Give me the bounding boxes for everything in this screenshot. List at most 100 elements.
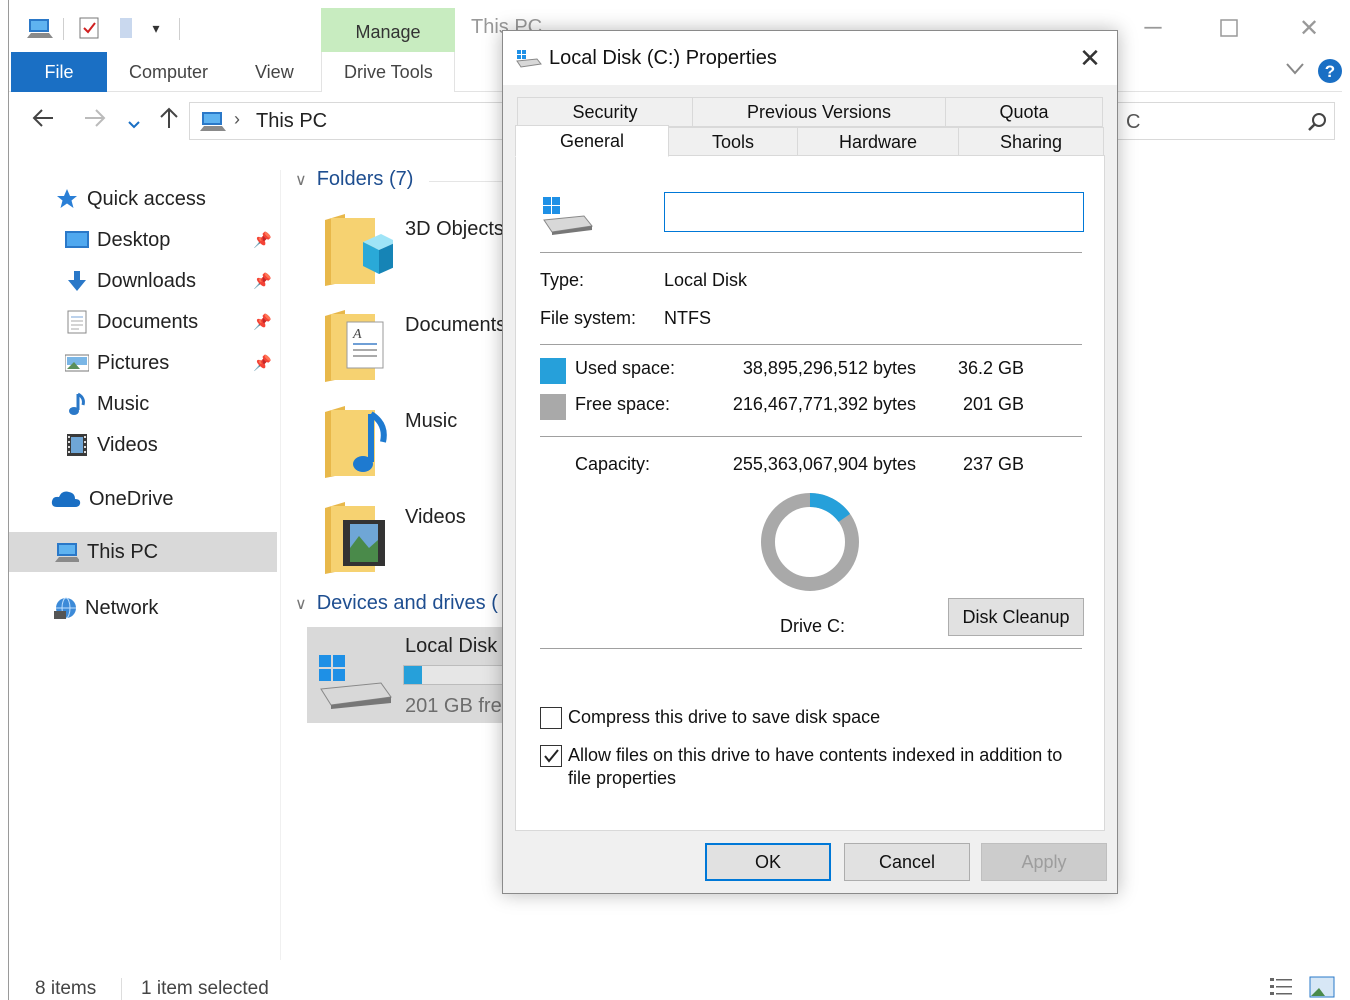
- sidebar-item-label: Desktop: [97, 228, 171, 251]
- back-button[interactable]: [31, 106, 55, 137]
- close-button[interactable]: ✕: [1289, 8, 1329, 48]
- selection-count: 1 item selected: [141, 978, 269, 999]
- cancel-button[interactable]: Cancel: [844, 843, 970, 881]
- videos-icon: [65, 433, 89, 457]
- free-space-swatch: [540, 394, 566, 420]
- dialog-close-button[interactable]: ✕: [1073, 41, 1107, 75]
- group-header-label: Folders (7): [316, 168, 414, 190]
- compress-drive-option[interactable]: Compress this drive to save disk space: [540, 706, 1068, 729]
- sidebar-item-network[interactable]: Network: [9, 588, 277, 628]
- used-space-label: Used space:: [575, 358, 676, 378]
- folder-label: 3D Objects: [405, 218, 504, 240]
- navigation-pane: Quick access Desktop 📌 Downloads 📌 Docum…: [9, 170, 281, 960]
- tab-file[interactable]: File: [11, 52, 107, 92]
- drive-icon: [516, 50, 542, 68]
- customize-qat-dropdown-icon[interactable]: ▾: [145, 14, 167, 42]
- tab-previous-versions[interactable]: Previous Versions: [692, 97, 946, 127]
- tab-quota[interactable]: Quota: [945, 97, 1103, 127]
- recent-locations-dropdown[interactable]: [127, 110, 141, 138]
- local-disk-c-tile[interactable]: Local Disk (C:) 201 GB free of 237 GB: [307, 627, 517, 723]
- minimize-button[interactable]: ─: [1133, 8, 1173, 48]
- help-icon[interactable]: ?: [1317, 58, 1343, 89]
- folder-label: Documents: [405, 314, 507, 336]
- new-folder-icon[interactable]: [113, 14, 139, 42]
- this-pc-icon: [23, 14, 57, 42]
- sidebar-item-label: Pictures: [97, 351, 170, 374]
- breadcrumb-separator-icon[interactable]: ›: [234, 109, 240, 130]
- sidebar-item-quick-access[interactable]: Quick access: [9, 179, 277, 219]
- sidebar-item-this-pc[interactable]: This PC: [9, 532, 277, 572]
- folder-music[interactable]: Music: [323, 404, 513, 494]
- drive-usage-bar-fill: [404, 666, 423, 684]
- tab-security[interactable]: Security: [517, 97, 693, 127]
- music-icon: [65, 392, 89, 416]
- tab-drive-tools[interactable]: Drive Tools: [344, 62, 433, 83]
- pin-icon[interactable]: 📌: [253, 231, 272, 249]
- pin-icon[interactable]: 📌: [253, 272, 272, 290]
- search-icon[interactable]: [1306, 111, 1328, 138]
- devices-group-header[interactable]: ∨ Devices and drives (: [295, 592, 498, 615]
- file-system-label: File system:: [540, 308, 637, 328]
- sidebar-item-documents[interactable]: Documents 📌: [9, 302, 277, 342]
- volume-label-input[interactable]: [664, 192, 1084, 232]
- tab-hardware[interactable]: Hardware: [797, 127, 959, 157]
- dialog-title: Local Disk (C:) Properties: [549, 47, 777, 69]
- chevron-down-icon: ∨: [295, 595, 307, 613]
- folders-group-header[interactable]: ∨ Folders (7): [295, 168, 413, 191]
- sidebar-item-onedrive[interactable]: OneDrive: [9, 479, 277, 519]
- details-view-icon[interactable]: [1269, 976, 1293, 1000]
- drive-free-text: 201 GB free of 237 GB: [405, 695, 517, 717]
- index-checkbox[interactable]: [540, 745, 562, 767]
- address-bar[interactable]: › This PC: [189, 102, 519, 140]
- disk-cleanup-button[interactable]: Disk Cleanup: [948, 598, 1084, 636]
- up-arrow-icon: [160, 107, 178, 128]
- sidebar-item-pictures[interactable]: Pictures 📌: [9, 343, 277, 383]
- compress-checkbox[interactable]: [540, 707, 562, 729]
- search-text-fragment: C: [1126, 111, 1141, 133]
- ribbon-expand-chevron-icon[interactable]: [1285, 60, 1305, 81]
- sidebar-item-label: This PC: [87, 540, 159, 563]
- pin-icon[interactable]: 📌: [253, 354, 272, 372]
- sidebar-item-music[interactable]: Music: [9, 384, 277, 424]
- drive-letter-label: Drive C:: [780, 616, 846, 636]
- sidebar-item-downloads[interactable]: Downloads 📌: [9, 261, 277, 301]
- svg-text:?: ?: [1325, 62, 1335, 81]
- used-space-bytes: 38,895,296,512 bytes: [742, 358, 916, 378]
- drive-label: Local Disk (C:): [405, 635, 517, 657]
- maximize-button[interactable]: [1209, 8, 1249, 48]
- manage-contextual-tab[interactable]: Manage: [321, 8, 455, 52]
- sidebar-item-videos[interactable]: Videos: [9, 425, 277, 465]
- pin-icon[interactable]: 📌: [253, 313, 272, 331]
- folder-videos[interactable]: Videos: [323, 500, 513, 590]
- group-header-label: Devices and drives (: [316, 592, 498, 614]
- tab-view[interactable]: View: [255, 62, 294, 83]
- sidebar-item-label: Network: [85, 596, 159, 619]
- folder-3d-objects[interactable]: 3D Objects: [323, 212, 513, 302]
- tab-sharing[interactable]: Sharing: [958, 127, 1104, 157]
- divider: [540, 436, 1082, 437]
- breadcrumb-this-pc[interactable]: This PC: [256, 110, 327, 133]
- ok-button[interactable]: OK: [705, 843, 831, 881]
- folder-documents[interactable]: A Documents: [323, 308, 513, 398]
- index-drive-option[interactable]: Allow files on this drive to have conten…: [540, 744, 1068, 790]
- tab-tools[interactable]: Tools: [668, 127, 798, 157]
- forward-button[interactable]: [83, 106, 107, 137]
- type-label: Type:: [540, 270, 585, 290]
- tab-general[interactable]: General: [515, 125, 669, 157]
- manage-tab-label: Manage: [355, 22, 421, 42]
- large-icons-view-icon[interactable]: [1309, 976, 1335, 1000]
- search-input[interactable]: C: [1117, 102, 1335, 140]
- chevron-down-icon: ∨: [295, 171, 307, 189]
- drive-icon: [319, 655, 392, 709]
- sidebar-item-label: Documents: [97, 310, 199, 333]
- sidebar-item-desktop[interactable]: Desktop 📌: [9, 220, 277, 260]
- used-space-gb: 36.2 GB: [957, 358, 1024, 378]
- properties-icon[interactable]: [75, 14, 103, 42]
- folder-label: Videos: [405, 506, 466, 528]
- tab-computer[interactable]: Computer: [129, 62, 208, 83]
- free-space-gb: 201 GB: [962, 394, 1024, 414]
- apply-button[interactable]: Apply: [981, 843, 1107, 881]
- up-button[interactable]: [157, 106, 181, 137]
- videos-folder-icon: [325, 502, 385, 574]
- pictures-icon: [65, 351, 89, 375]
